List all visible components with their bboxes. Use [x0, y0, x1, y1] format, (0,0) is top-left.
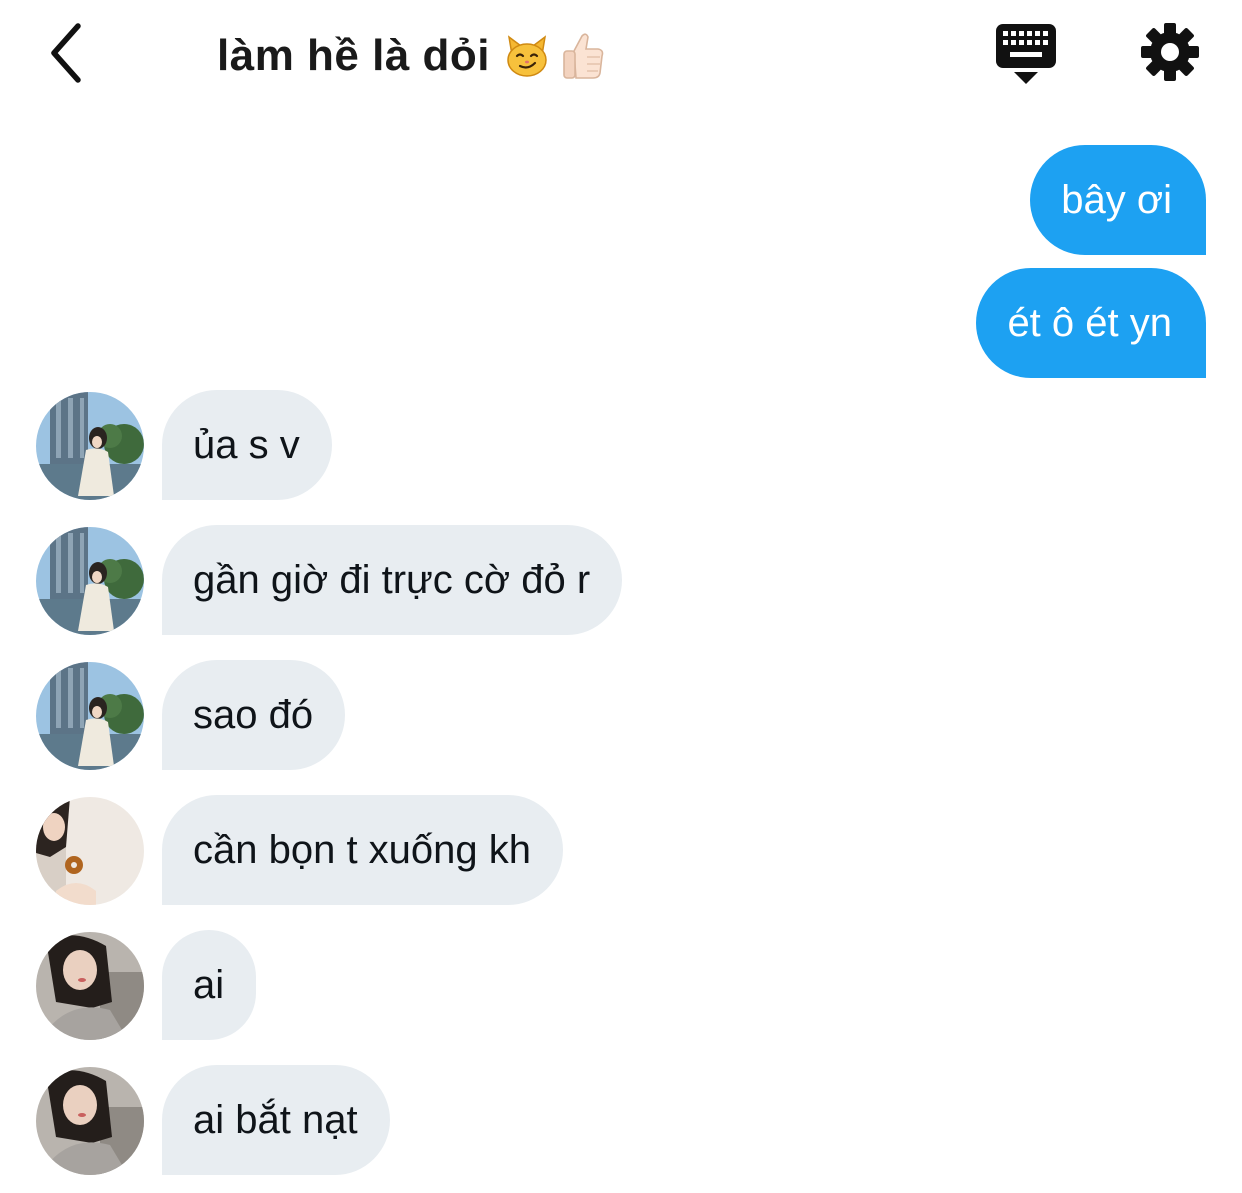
- incoming-message-bubble[interactable]: sao đó: [162, 660, 346, 770]
- message-row-incoming: ai bắt nạt: [0, 1065, 1242, 1175]
- message-list: bây ơi ét ô ét yn ủa s v gần giờ đi trực…: [0, 0, 1242, 1193]
- message-row-incoming: ủa s v: [0, 390, 1242, 500]
- message-text: ai bắt nạt: [193, 1098, 358, 1142]
- message-text: ét ô ét yn: [1007, 301, 1172, 345]
- message-text: ủa s v: [193, 423, 300, 467]
- message-row-outgoing: ét ô ét yn: [0, 268, 1242, 378]
- incoming-message-bubble[interactable]: ủa s v: [162, 390, 332, 500]
- incoming-message-bubble[interactable]: cần bọn t xuống kh: [162, 795, 564, 905]
- incoming-message-bubble[interactable]: ai bắt nạt: [162, 1065, 390, 1175]
- message-text: cần bọn t xuống kh: [193, 828, 532, 872]
- avatar[interactable]: [36, 662, 144, 770]
- message-row-incoming: gần giờ đi trực cờ đỏ r: [0, 525, 1242, 635]
- message-row-incoming: cần bọn t xuống kh: [0, 795, 1242, 905]
- message-text: ai: [193, 963, 225, 1007]
- message-row-incoming: sao đó: [0, 660, 1242, 770]
- outgoing-message-bubble[interactable]: bây ơi: [1030, 145, 1206, 255]
- avatar[interactable]: [36, 1067, 144, 1175]
- avatar[interactable]: [36, 392, 144, 500]
- avatar[interactable]: [36, 527, 144, 635]
- avatar[interactable]: [36, 932, 144, 1040]
- incoming-message-bubble[interactable]: gần giờ đi trực cờ đỏ r: [162, 525, 623, 635]
- message-text: sao đó: [193, 693, 314, 737]
- outgoing-message-bubble[interactable]: ét ô ét yn: [976, 268, 1206, 378]
- message-row-incoming: ai: [0, 930, 1242, 1040]
- message-text: gần giờ đi trực cờ đỏ r: [193, 558, 591, 602]
- message-row-outgoing: bây ơi: [0, 145, 1242, 255]
- incoming-message-bubble[interactable]: ai: [162, 930, 257, 1040]
- message-text: bây ơi: [1061, 178, 1172, 222]
- avatar[interactable]: [36, 797, 144, 905]
